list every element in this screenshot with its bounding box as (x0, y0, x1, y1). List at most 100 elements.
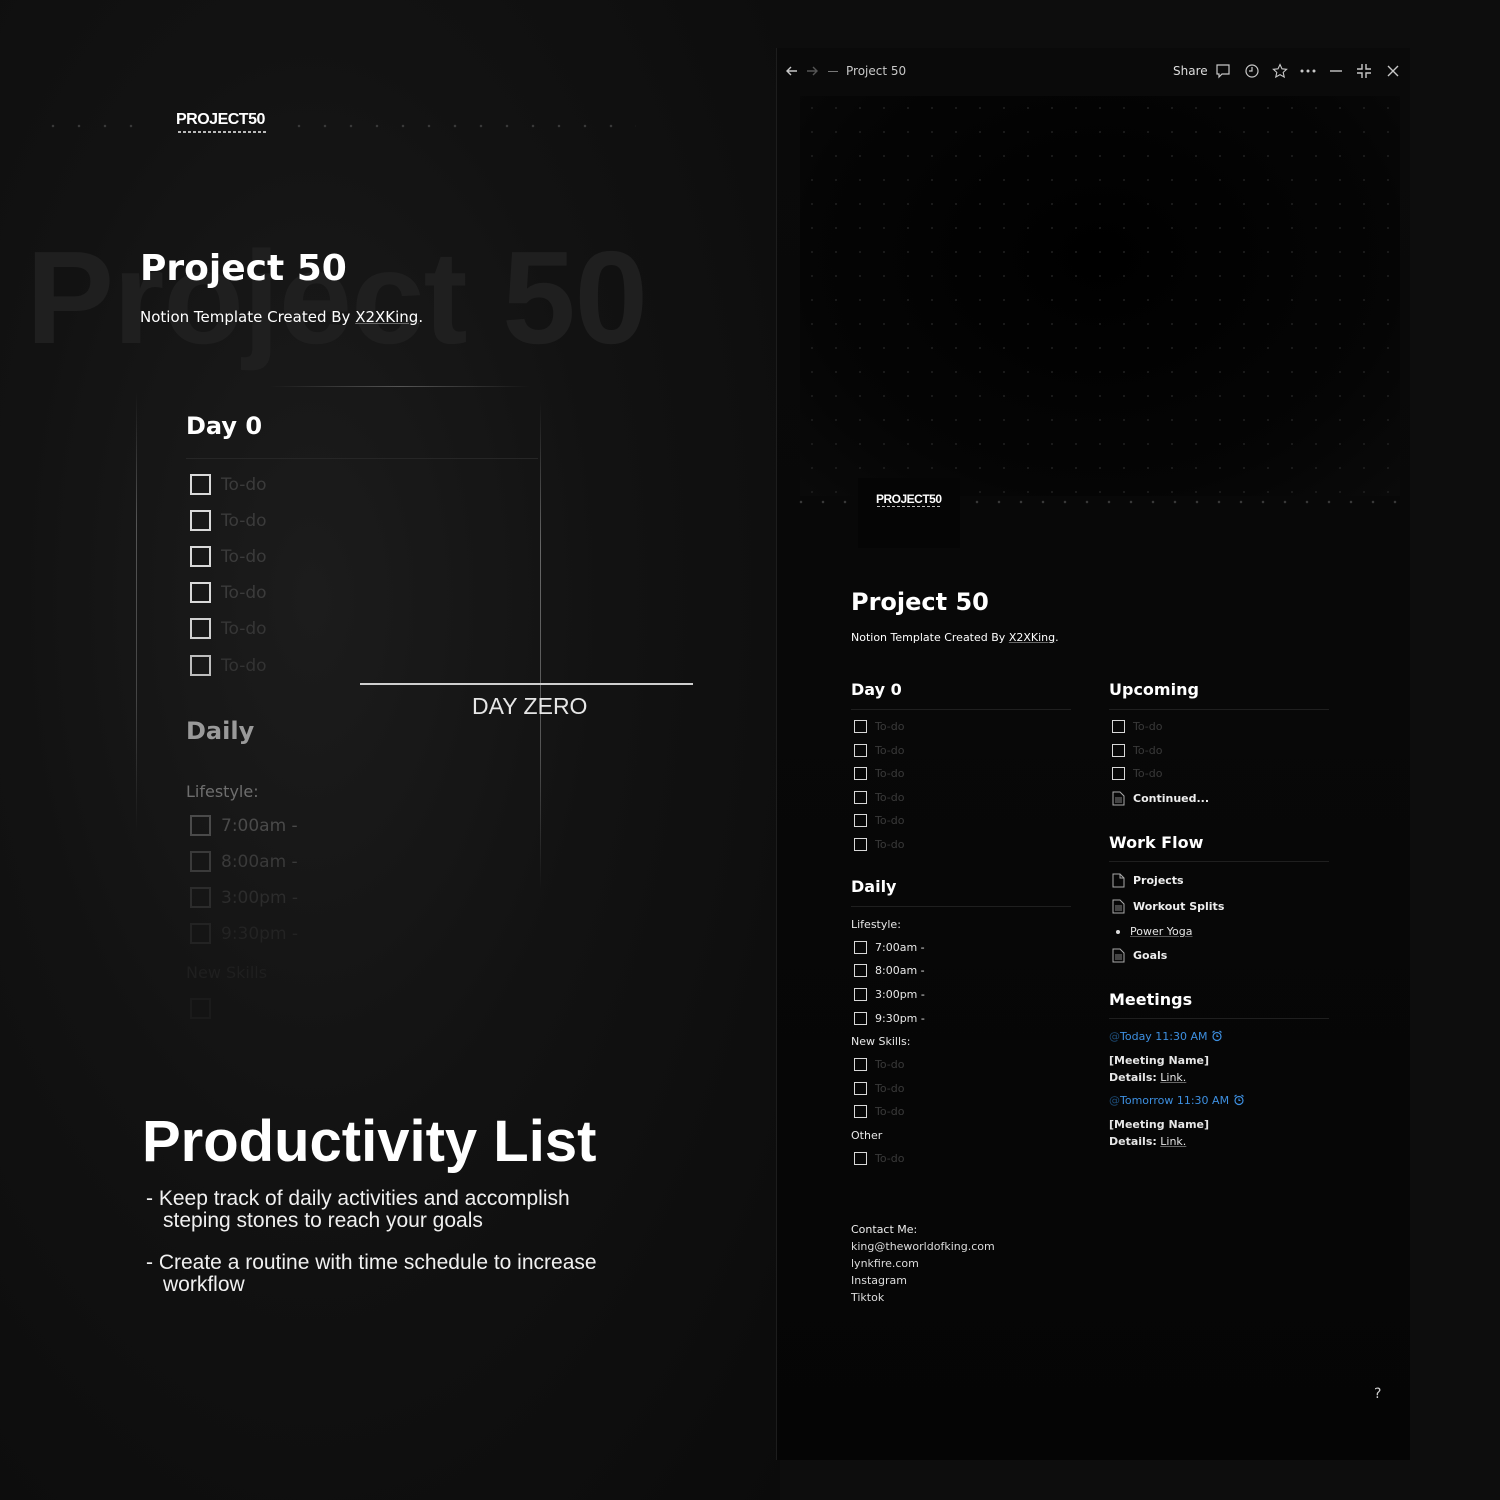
author-name: X2XKing (355, 308, 419, 326)
upcoming-todo[interactable]: To-do (1112, 720, 1162, 733)
checkbox (190, 546, 211, 567)
page-subtitle: Notion Template Created By X2XKing. (851, 631, 1059, 644)
page-text-icon (1112, 948, 1125, 963)
card-edge-top (270, 386, 530, 387)
checkbox[interactable] (854, 964, 867, 977)
checkbox[interactable] (854, 1012, 867, 1025)
workout-splits-page-link[interactable]: Workout Splits (1112, 899, 1224, 914)
meeting-details: Details: Link. (1109, 1135, 1187, 1148)
workflow-rule (1109, 861, 1329, 862)
checkbox[interactable] (854, 941, 867, 954)
checkbox (190, 998, 211, 1019)
page-icon-blank (1112, 873, 1125, 888)
contact-site-link[interactable]: lynkfire.com (851, 1257, 919, 1270)
day0-todo[interactable]: To-do (854, 791, 904, 804)
new-skills-todo[interactable]: To-do (854, 1058, 904, 1071)
dot-rule-left (40, 124, 150, 128)
promo-todo: To-do (190, 582, 267, 603)
promo-logo: PROJECT50 (176, 111, 265, 128)
meeting-link[interactable]: Link. (1160, 1071, 1186, 1084)
checkbox (190, 815, 211, 836)
other-label: Other (851, 1129, 883, 1142)
new-skills-todo[interactable]: To-do (854, 1082, 904, 1095)
help-button[interactable]: ? (1374, 1386, 1381, 1402)
lifestyle-todo[interactable]: 7:00am - (854, 941, 925, 954)
day0-todo[interactable]: To-do (854, 720, 904, 733)
meeting-link[interactable]: Link. (1160, 1135, 1186, 1148)
power-yoga-item[interactable]: Power Yoga (1116, 925, 1192, 938)
checkbox[interactable] (854, 838, 867, 851)
day0-todo[interactable]: To-do (854, 814, 904, 827)
meeting-date-mention[interactable]: @Today 11:30 AM (1109, 1030, 1223, 1043)
page-icon-logo: PROJECT50 (876, 492, 942, 506)
clock-icon[interactable] (1243, 62, 1261, 80)
goals-page-link[interactable]: Goals (1112, 948, 1167, 963)
promo-day0-heading: Day 0 (186, 412, 263, 440)
projects-page-link[interactable]: Projects (1112, 873, 1184, 888)
checkbox[interactable] (1112, 744, 1125, 757)
day0-todo[interactable]: To-do (854, 744, 904, 757)
contact-tiktok-link[interactable]: Tiktok (851, 1291, 884, 1304)
day-zero-label: DAY ZERO (472, 693, 588, 719)
back-arrow-icon[interactable] (783, 62, 801, 80)
checkbox[interactable] (854, 791, 867, 804)
comment-icon[interactable] (1214, 62, 1232, 80)
meeting-date-mention[interactable]: @Tomorrow 11:30 AM (1109, 1094, 1245, 1107)
author-link: X2XKing (1008, 631, 1056, 644)
promo-todo: To-do (190, 510, 267, 531)
lifestyle-todo[interactable]: 3:00pm - (854, 988, 925, 1001)
minimize-icon[interactable] (1327, 62, 1345, 80)
promo-todo: To-do (190, 474, 267, 495)
promo-daily-heading: Daily (186, 717, 255, 745)
checkbox[interactable] (854, 814, 867, 827)
checkbox (190, 474, 211, 495)
contact-email-link[interactable]: king@theworldofking.com (851, 1240, 995, 1253)
lifestyle-todo[interactable]: 8:00am - (854, 964, 925, 977)
contact-label: Contact Me: (851, 1223, 918, 1236)
checkbox[interactable] (854, 767, 867, 780)
breadcrumb-title[interactable]: Project 50 (846, 64, 906, 78)
checkbox[interactable] (854, 988, 867, 1001)
checkbox[interactable] (854, 1152, 867, 1165)
continued-page-link[interactable]: Continued... (1112, 791, 1209, 806)
upcoming-todo[interactable]: To-do (1112, 744, 1162, 757)
cover-dot-grid (800, 96, 1400, 506)
checkbox[interactable] (854, 1082, 867, 1095)
checkbox[interactable] (854, 744, 867, 757)
upcoming-todo[interactable]: To-do (1112, 767, 1162, 780)
other-todo[interactable]: To-do (854, 1152, 904, 1165)
page-icon[interactable] (858, 478, 960, 548)
promo-ghost-title: Project 50 (26, 224, 648, 371)
promo-lifestyle-label: Lifestyle: (186, 782, 259, 801)
page-text-icon (1112, 899, 1125, 914)
upcoming-heading: Upcoming (1109, 680, 1199, 699)
day0-todo[interactable]: To-do (854, 767, 904, 780)
lifestyle-todo[interactable]: 9:30pm - (854, 1012, 925, 1025)
checkbox (190, 618, 211, 639)
promo-todo: To-do (190, 546, 267, 567)
close-icon[interactable] (1384, 62, 1402, 80)
page-title[interactable]: Project 50 (851, 588, 989, 616)
contact-instagram-link[interactable]: Instagram (851, 1274, 907, 1287)
checkbox[interactable] (1112, 720, 1125, 733)
exit-fullscreen-icon[interactable] (1355, 62, 1373, 80)
day0-todo[interactable]: To-do (854, 838, 904, 851)
card-edge-left (136, 392, 137, 832)
star-icon[interactable] (1271, 62, 1289, 80)
checkbox[interactable] (854, 1105, 867, 1118)
meetings-rule (1109, 1018, 1329, 1019)
checkbox[interactable] (854, 1058, 867, 1071)
meeting-details: Details: Link. (1109, 1071, 1187, 1084)
more-icon[interactable] (1299, 62, 1317, 80)
new-skills-todo[interactable]: To-do (854, 1105, 904, 1118)
workflow-heading: Work Flow (1109, 833, 1204, 852)
promo-lifestyle-item: 8:00am - (190, 851, 298, 872)
checkbox[interactable] (1112, 767, 1125, 780)
promo-logo-tagline (178, 131, 268, 133)
forward-arrow-icon[interactable] (803, 62, 821, 80)
share-button[interactable]: Share (1173, 64, 1208, 78)
promo-subtitle: Notion Template Created By X2XKing. (140, 308, 424, 326)
checkbox[interactable] (854, 720, 867, 733)
page-text-icon (1112, 791, 1125, 806)
dot-rule-right (286, 124, 636, 128)
